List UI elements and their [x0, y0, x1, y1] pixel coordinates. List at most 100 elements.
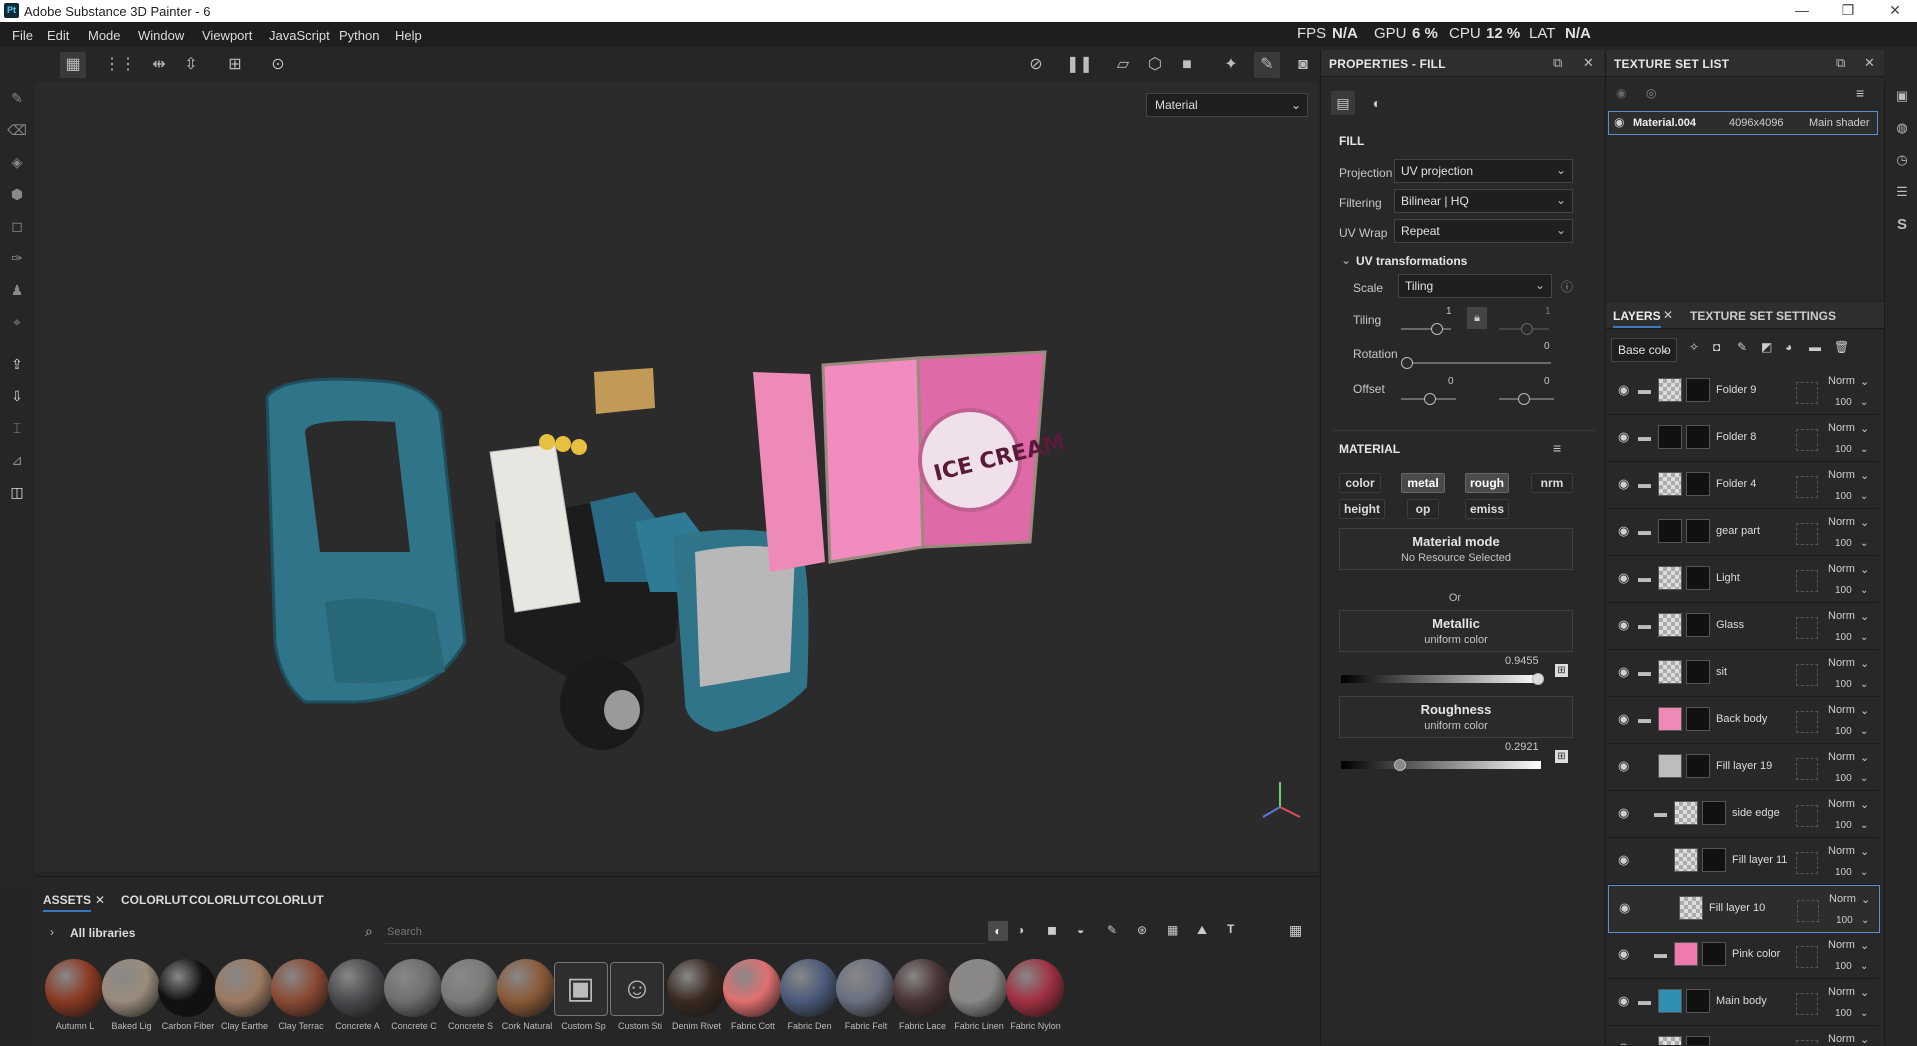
- chevron-down-icon[interactable]: ⌄: [1860, 820, 1868, 831]
- align-icon[interactable]: ⌶: [7, 418, 27, 438]
- history-icon[interactable]: ⊙: [265, 52, 291, 78]
- material-sphere-icon[interactable]: ◐: [1365, 91, 1389, 115]
- eye-icon[interactable]: ◉: [1618, 852, 1629, 868]
- close-panel-icon[interactable]: ✕: [1583, 55, 1594, 71]
- polygon-fill-icon[interactable]: ◻: [7, 216, 27, 236]
- eye-icon[interactable]: ◉: [1618, 570, 1629, 586]
- chevron-down-icon[interactable]: ⌄: [1860, 563, 1869, 576]
- chevron-down-icon[interactable]: ⌄: [1860, 657, 1869, 670]
- asset-thumbnail[interactable]: [271, 959, 329, 1017]
- folder-icon[interactable]: ▬: [1638, 523, 1651, 538]
- layer-mask-slot[interactable]: [1796, 523, 1818, 545]
- picker-tool-icon[interactable]: ⌖: [7, 312, 27, 332]
- layer-mask-slot[interactable]: [1796, 993, 1818, 1015]
- chevron-down-icon[interactable]: ⌄: [1861, 915, 1869, 926]
- chevron-down-icon[interactable]: ⌄: [1860, 867, 1868, 878]
- blend-mode[interactable]: Norm: [1828, 751, 1855, 763]
- layer-mask-slot[interactable]: [1797, 900, 1819, 922]
- projection-select[interactable]: UV projection ⌄: [1394, 159, 1573, 183]
- float-panel-icon[interactable]: ⧉: [1553, 55, 1562, 71]
- viewport-mode-select[interactable]: Material ⌄: [1146, 93, 1308, 117]
- material-mode-box[interactable]: Material mode No Resource Selected: [1339, 528, 1573, 570]
- layer-name[interactable]: Folder 9: [1716, 384, 1756, 396]
- layer-row[interactable]: ◉ ▬ Main body Norm ⌄ 100 ⌄: [1608, 979, 1878, 1026]
- layer-row[interactable]: ◉ ▬ Folder 4 Norm ⌄ 100 ⌄: [1608, 462, 1878, 509]
- eye-icon[interactable]: ◉: [1618, 1040, 1629, 1045]
- chevron-down-icon[interactable]: ⌄: [1860, 444, 1868, 455]
- symmetry-y-icon[interactable]: ⇳: [178, 52, 204, 78]
- chevron-down-icon[interactable]: ⌄: [1860, 469, 1869, 482]
- projection-tool-icon[interactable]: ◈: [7, 152, 27, 172]
- layer-opacity[interactable]: 100: [1836, 915, 1853, 926]
- layer-opacity[interactable]: 100: [1835, 726, 1852, 737]
- blend-mode[interactable]: Norm: [1828, 704, 1855, 716]
- add-mask-icon[interactable]: ◘: [1713, 340, 1720, 354]
- asset-thumbnail[interactable]: ▣: [553, 962, 608, 1016]
- layer-name[interactable]: Main body: [1716, 995, 1767, 1007]
- brush-tool-icon[interactable]: ✎: [7, 88, 27, 108]
- layer-row[interactable]: ◉ ▬ gear part Norm ⌄ 100 ⌄: [1608, 509, 1878, 556]
- chevron-down-icon[interactable]: ⌄: [1860, 845, 1869, 858]
- layer-name[interactable]: Fill layer 11: [1732, 854, 1787, 866]
- blend-mode[interactable]: Norm: [1828, 422, 1855, 434]
- menu-python[interactable]: Python: [339, 28, 379, 43]
- layer-mask-slot[interactable]: [1796, 664, 1818, 686]
- layer-name[interactable]: Light: [1716, 572, 1740, 584]
- blend-mode[interactable]: Norm: [1828, 939, 1855, 951]
- layer-name[interactable]: Pink color: [1732, 948, 1780, 960]
- rotation-knob[interactable]: [1401, 357, 1413, 369]
- asset-thumbnail[interactable]: [45, 959, 103, 1017]
- asset-thumbnail[interactable]: [440, 959, 499, 1017]
- chevron-down-icon[interactable]: ⌄: [1860, 538, 1868, 549]
- pause-icon[interactable]: ❚❚: [1066, 52, 1093, 78]
- view-3d-icon[interactable]: ⬡: [1142, 52, 1168, 78]
- log-icon[interactable]: ☰: [1893, 184, 1911, 202]
- folder-icon[interactable]: ▬: [1638, 1040, 1651, 1045]
- folder-icon[interactable]: ▬: [1638, 993, 1651, 1008]
- layer-mask-slot[interactable]: [1796, 946, 1818, 968]
- offset-knob-b[interactable]: [1518, 393, 1530, 405]
- chevron-down-icon[interactable]: ⌄: [1860, 422, 1869, 435]
- tiling-knob-a[interactable]: [1431, 323, 1443, 335]
- chevron-down-icon[interactable]: ⌄: [1860, 961, 1868, 972]
- menu-help[interactable]: Help: [395, 28, 422, 43]
- grid-mode-icon[interactable]: ▦: [60, 52, 86, 78]
- menu-javascript[interactable]: JavaScript: [269, 28, 330, 43]
- geometry-fill-icon[interactable]: ⬢: [7, 184, 27, 204]
- layer-name[interactable]: Fill layer 10: [1709, 902, 1765, 914]
- layer-name[interactable]: side edge: [1732, 807, 1780, 819]
- channel-rough[interactable]: rough: [1465, 473, 1509, 493]
- layer-mask-slot[interactable]: [1796, 570, 1818, 592]
- layer-opacity[interactable]: 100: [1835, 585, 1852, 596]
- layer-mask-slot[interactable]: [1796, 1040, 1818, 1045]
- layer-opacity[interactable]: 100: [1835, 491, 1852, 502]
- import-icon[interactable]: ⇩: [7, 386, 27, 406]
- shader-settings-icon[interactable]: ◍: [1893, 120, 1911, 138]
- asset-thumbnail[interactable]: [497, 959, 555, 1017]
- folder-icon[interactable]: ▬: [1638, 711, 1651, 726]
- roughness-knob[interactable]: [1394, 759, 1406, 771]
- asset-thumbnail[interactable]: [892, 959, 951, 1017]
- folder-icon[interactable]: ▬: [1654, 946, 1667, 961]
- add-icon[interactable]: ⊞: [222, 52, 248, 78]
- layer-row[interactable]: ◉ ▬ Folder 9 Norm ⌄ 100 ⌄: [1608, 368, 1878, 415]
- layer-mask-slot[interactable]: [1796, 617, 1818, 639]
- eye-icon[interactable]: ◉: [1618, 664, 1629, 680]
- blend-mode[interactable]: Norm: [1828, 845, 1855, 857]
- delete-icon[interactable]: 🗑︎: [1834, 340, 1849, 354]
- blend-mode[interactable]: Norm: [1828, 1033, 1855, 1045]
- channel-nrm[interactable]: nrm: [1531, 473, 1573, 493]
- tiling-knob-b[interactable]: [1521, 323, 1533, 335]
- layer-name[interactable]: Fill layer 19: [1716, 760, 1772, 772]
- chevron-down-icon[interactable]: ⌄: [1860, 939, 1869, 952]
- filtering-select[interactable]: Bilinear | HQ ⌄: [1394, 189, 1573, 213]
- chevron-down-icon[interactable]: ⌄: [1860, 516, 1869, 529]
- layer-opacity[interactable]: 100: [1835, 1008, 1852, 1019]
- layer-row[interactable]: ◉ ▬ Folder 8 Norm ⌄ 100 ⌄: [1608, 415, 1878, 462]
- viewport-3d[interactable]: ICE CREAM: [35, 82, 1318, 872]
- collapse-chevron-icon[interactable]: ⌄: [1341, 253, 1351, 267]
- folder-icon[interactable]: ▬: [1638, 429, 1651, 444]
- folder-icon[interactable]: ▬: [1638, 664, 1651, 679]
- layer-row[interactable]: ◉ ▬ Glass Norm ⌄ 100 ⌄: [1608, 603, 1878, 650]
- camera-icon[interactable]: ■: [1174, 52, 1200, 78]
